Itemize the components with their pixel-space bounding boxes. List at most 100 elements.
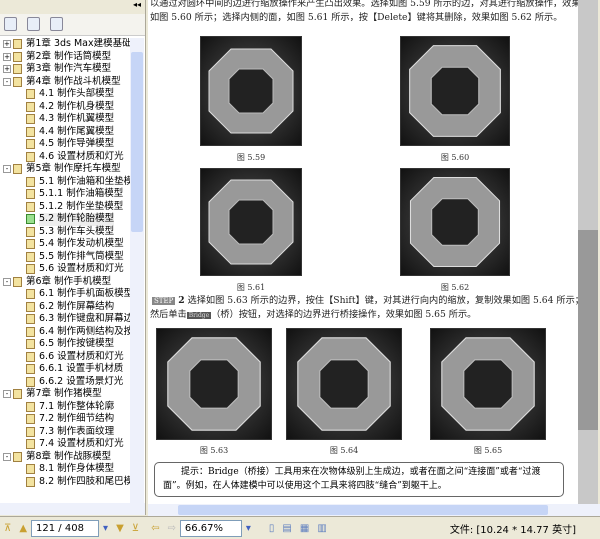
bookmark-item[interactable]: - 第7章 制作猪模型 bbox=[0, 388, 130, 401]
bookmark-item[interactable]: + 第3章 制作汽车模型 bbox=[0, 63, 130, 76]
last-page-icon[interactable]: ⊻ bbox=[132, 523, 139, 534]
step-text: 选择如图 5.63 所示的边界，按住【Shift】键，对其进行向内的缩放，复制效… bbox=[187, 295, 578, 306]
forward-icon[interactable]: ⇨ bbox=[167, 523, 175, 534]
next-page-icon[interactable]: ▼ bbox=[116, 523, 124, 534]
bookmark-item[interactable]: 6.6.1 设置手机材质 bbox=[0, 363, 130, 376]
bookmark-tree: + 第1章 3ds Max建模基础 + 第2章 制作话筒模型 + 第3章 制作汽车模型 - 第… bbox=[0, 38, 130, 503]
bookmark-item[interactable]: - 第6章 制作手机模型 bbox=[0, 276, 130, 289]
bookmark-item[interactable]: 4.2 制作机身模型 bbox=[0, 101, 130, 114]
bookmark-item[interactable]: - 第5章 制作摩托车模型 bbox=[0, 163, 130, 176]
bookmark-item[interactable]: - 第4章 制作战斗机模型 bbox=[0, 76, 130, 89]
bookmark-label: 6.4 制作两侧结构及按 bbox=[39, 325, 130, 337]
page-number-field[interactable]: 121 / 408 bbox=[31, 519, 100, 537]
step-text: （桥）按钮，对选择的边界进行桥接操作，效果如图 5.65 所示。 bbox=[211, 309, 477, 320]
bookmark-icon bbox=[26, 151, 35, 162]
facing-pages-icon[interactable]: ▦ bbox=[300, 523, 309, 534]
bookmark-item[interactable]: 6.1 制作手机面板模型 bbox=[0, 288, 130, 301]
bookmark-label: 第3章 制作汽车模型 bbox=[26, 63, 112, 74]
caption: 图 5.60 bbox=[440, 153, 470, 162]
new-bookmark-icon[interactable] bbox=[27, 17, 40, 31]
bookmark-item[interactable]: 5.6 设置材质和灯光 bbox=[0, 263, 130, 276]
bookmark-icon bbox=[13, 76, 22, 87]
bookmark-item[interactable]: - 第8章 制作战豚模型 bbox=[0, 451, 130, 464]
zoom-dropdown-icon[interactable]: ▾ bbox=[246, 523, 251, 534]
previous-page-icon[interactable]: ▲ bbox=[19, 523, 27, 534]
bookmark-item[interactable]: 6.5 制作按键模型 bbox=[0, 338, 130, 351]
first-page-icon[interactable]: ⊼ bbox=[4, 523, 11, 534]
bookmark-item[interactable]: 5.2 制作轮胎模型 bbox=[0, 213, 130, 226]
bookmark-item[interactable]: 5.4 制作发动机模型 bbox=[0, 238, 130, 251]
bookmark-label: 4.4 制作尾翼模型 bbox=[39, 125, 115, 137]
continuous-page-icon[interactable]: ▤ bbox=[282, 523, 291, 534]
bookmark-item[interactable]: 6.4 制作两侧结构及按 bbox=[0, 326, 130, 339]
tip-box: 提示：Bridge（桥接）工具用来在次物体级别上生成边，或者在面之间“连接面”或… bbox=[154, 462, 564, 497]
bookmark-label: 5.6 设置材质和灯光 bbox=[39, 263, 124, 274]
expand-icon[interactable]: + bbox=[3, 40, 11, 49]
bookmark-item[interactable]: 4.3 制作机翼模型 bbox=[0, 113, 130, 126]
bookmark-label: 5.1 制作油箱和坐垫模 bbox=[39, 175, 130, 187]
bookmark-icon bbox=[13, 276, 22, 287]
collapse-icon[interactable]: - bbox=[3, 390, 11, 399]
tip-line: 面”。例如，在人体建模中可以使用这个工具来将四肢“缝合”到躯干上。 bbox=[163, 481, 447, 491]
bookmark-item[interactable]: 5.1.1 制作油箱模型 bbox=[0, 188, 130, 201]
bookmark-properties-icon[interactable] bbox=[50, 17, 63, 31]
bookmark-item[interactable]: 4.6 设置材质和灯光 bbox=[0, 151, 130, 164]
bookmark-label: 5.1.1 制作油箱模型 bbox=[39, 188, 124, 199]
bookmark-item[interactable]: 6.3 制作键盘和屏幕边 bbox=[0, 313, 130, 326]
collapse-panel-button[interactable]: ◂◂ bbox=[0, 0, 145, 14]
bookmark-item[interactable]: 7.2 制作细节结构 bbox=[0, 413, 130, 426]
bookmark-item[interactable]: 8.2 制作四肢和尾巴模 bbox=[0, 476, 130, 489]
bookmark-label: 6.6.1 设置手机材质 bbox=[39, 363, 124, 374]
back-icon[interactable]: ⇦ bbox=[151, 523, 159, 534]
bookmark-item[interactable]: 4.1 制作头部模型 bbox=[0, 88, 130, 101]
file-size-info: 文件: [10.24 * 14.77 英寸] bbox=[449, 524, 576, 536]
delete-bookmark-icon[interactable] bbox=[4, 17, 17, 31]
bookmark-item[interactable]: 5.1.2 制作坐垫模型 bbox=[0, 201, 130, 214]
bookmark-icon bbox=[26, 139, 35, 150]
status-bar: ⊼ ▲ 121 / 408 ▾ ▼ ⊻ ⇦ ⇨ 66.67% ▾ ▯ ▤ ▦ ▥… bbox=[0, 516, 600, 539]
bookmark-item[interactable]: + 第1章 3ds Max建模基础 bbox=[0, 38, 130, 51]
bookmark-item[interactable]: 4.4 制作尾翼模型 bbox=[0, 126, 130, 139]
bookmark-item[interactable]: 7.4 设置材质和灯光 bbox=[0, 438, 130, 451]
bookmark-item[interactable]: 7.3 制作表面纹理 bbox=[0, 426, 130, 439]
bookmark-item[interactable]: 7.1 制作整体轮廓 bbox=[0, 401, 130, 414]
caption: 图 5.61 bbox=[236, 283, 266, 292]
collapse-icon[interactable]: - bbox=[3, 452, 11, 461]
bookmark-label: 6.5 制作按键模型 bbox=[39, 338, 115, 349]
figure-5-64 bbox=[286, 328, 402, 440]
collapse-icon[interactable]: - bbox=[3, 277, 11, 286]
single-page-icon[interactable]: ▯ bbox=[269, 523, 275, 534]
bookmark-label: 6.2 制作屏幕结构 bbox=[39, 300, 115, 312]
expand-icon[interactable]: + bbox=[3, 52, 11, 61]
zoom-field[interactable]: 66.67% bbox=[179, 519, 242, 537]
continuous-facing-icon[interactable]: ▥ bbox=[317, 523, 326, 534]
bookmark-item[interactable]: 5.1 制作油箱和坐垫模 bbox=[0, 176, 130, 189]
expand-icon[interactable]: + bbox=[3, 65, 11, 74]
bookmark-icon bbox=[26, 89, 35, 100]
document-horizontal-scrollbar[interactable] bbox=[148, 504, 600, 516]
bookmark-item[interactable]: 6.6 设置材质和灯光 bbox=[0, 351, 130, 364]
bookmark-item[interactable]: + 第2章 制作话筒模型 bbox=[0, 51, 130, 64]
tree-horizontal-scrollbar[interactable] bbox=[0, 503, 145, 515]
bookmark-item[interactable]: 4.5 制作导弹模型 bbox=[0, 138, 130, 151]
bookmark-icon bbox=[26, 176, 35, 187]
bookmark-icon bbox=[26, 289, 35, 300]
bookmark-item[interactable]: 5.5 制作排气筒模型 bbox=[0, 251, 130, 264]
bookmark-item[interactable]: 6.6.2 设置场景灯光 bbox=[0, 376, 130, 389]
bookmark-label: 6.6.2 设置场景灯光 bbox=[39, 375, 124, 387]
bookmark-item[interactable]: 6.2 制作屏幕结构 bbox=[0, 301, 130, 314]
tree-vertical-scrollbar[interactable] bbox=[130, 38, 144, 503]
bookmark-item[interactable]: 5.3 制作车头模型 bbox=[0, 226, 130, 239]
page-dropdown-icon[interactable]: ▾ bbox=[103, 523, 108, 534]
bookmark-label: 5.3 制作车头模型 bbox=[39, 225, 115, 237]
figure-5-59 bbox=[200, 36, 302, 146]
bookmark-label: 5.2 制作轮胎模型 bbox=[39, 213, 115, 226]
document-vertical-scrollbar[interactable] bbox=[578, 0, 598, 504]
caption: 图 5.65 bbox=[473, 446, 503, 455]
collapse-icon[interactable]: - bbox=[3, 165, 11, 174]
bookmark-icon bbox=[26, 351, 35, 362]
bookmark-label: 7.4 设置材质和灯光 bbox=[39, 438, 124, 449]
collapse-icon[interactable]: - bbox=[3, 77, 11, 86]
paragraph-line: 如图 5.60 所示；选择内侧的面，如图 5.61 所示，按【Delete】键将… bbox=[150, 12, 563, 23]
bookmark-item[interactable]: 8.1 制作身体模型 bbox=[0, 463, 130, 476]
